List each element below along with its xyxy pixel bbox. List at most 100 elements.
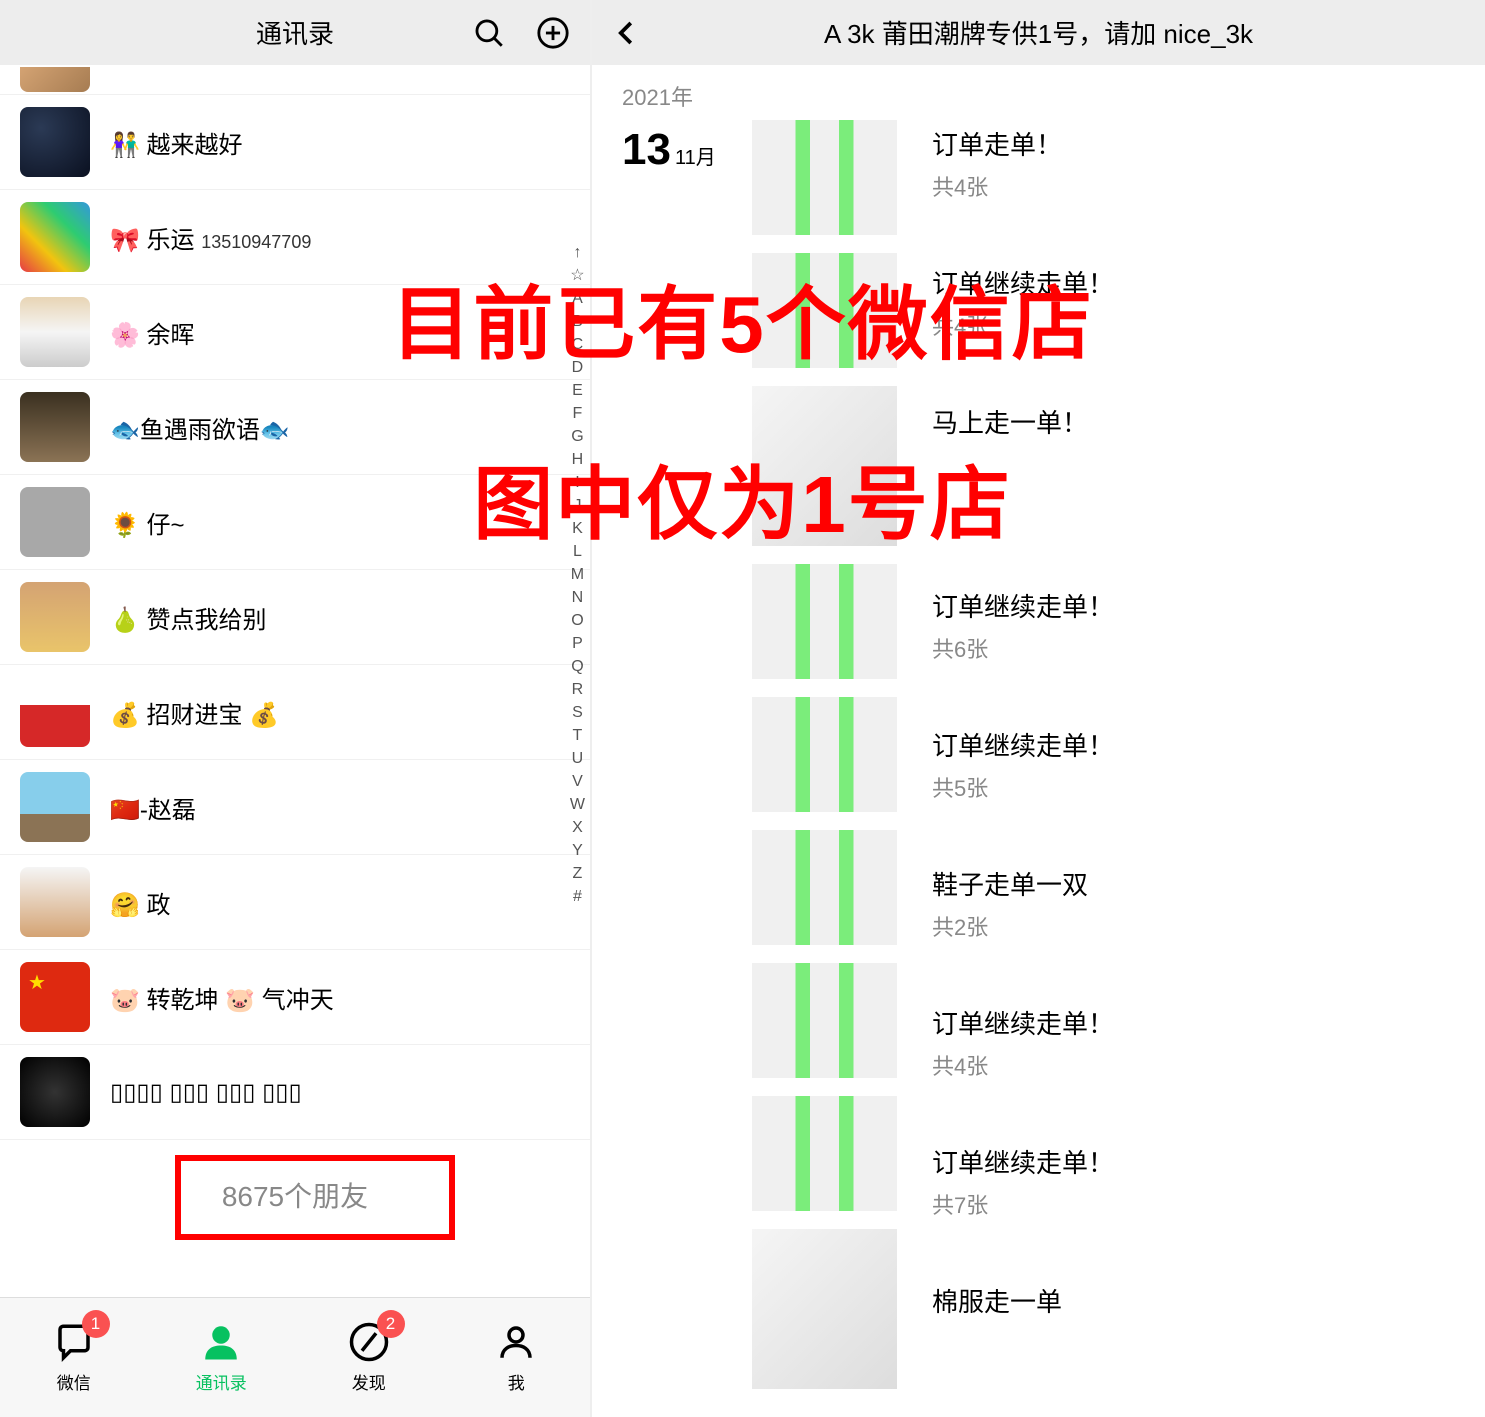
index-letter[interactable]: M	[571, 567, 584, 583]
post-content[interactable]: 订单继续走单！共4张	[932, 999, 1455, 1120]
avatar	[20, 107, 90, 177]
index-letter[interactable]: B	[572, 314, 583, 330]
index-letter[interactable]: T	[573, 728, 583, 744]
index-letter[interactable]: C	[572, 337, 584, 353]
contact-name: 🎀 乐运 13510947709	[110, 220, 570, 255]
index-letter[interactable]: X	[572, 820, 583, 836]
post-thumb[interactable]	[752, 564, 907, 679]
index-letter[interactable]: Z	[573, 866, 583, 882]
post-thumb[interactable]	[752, 963, 907, 1078]
contact-item[interactable]	[0, 65, 590, 95]
feed-day-row: 1311月 订单走单！共4张订单继续走单！共4张马上走一单！订单继续走单！共6张…	[592, 120, 1485, 1417]
moments-feed[interactable]: 2021年 1311月 订单走单！共4张订单继续走单！共4张马上走一单！订单继续…	[592, 65, 1485, 1417]
avatar	[20, 297, 90, 367]
post-content[interactable]: 鞋子走单一双共2张	[932, 860, 1455, 981]
contact-name: 🍐 赞点我给别	[110, 600, 570, 635]
index-letter[interactable]: ↑	[573, 245, 581, 261]
thumbnail-image	[752, 830, 897, 945]
contact-item[interactable]: 🍐 赞点我给别	[0, 570, 590, 665]
index-letter[interactable]: #	[573, 889, 582, 905]
index-letter[interactable]: F	[573, 406, 583, 422]
post-thumb[interactable]	[752, 386, 907, 546]
post-content[interactable]: 订单继续走单！ 共6张	[932, 582, 1455, 703]
index-letter[interactable]: O	[571, 613, 583, 629]
thumbnail-image	[752, 253, 897, 368]
contact-item[interactable]: 🤗 政	[0, 855, 590, 950]
contact-name: 💰 招财进宝 💰	[110, 695, 570, 730]
post-image-count: 共2张	[932, 910, 1455, 942]
post-image-count: 共6张	[932, 632, 1455, 664]
add-icon[interactable]	[536, 16, 570, 50]
contact-item[interactable]: 🎀 乐运 13510947709	[0, 190, 590, 285]
post-thumb[interactable]	[752, 1229, 907, 1389]
post-text: 订单继续走单！	[932, 582, 1455, 624]
post-text: 棉服走一单	[932, 1277, 1455, 1319]
date-month: 11月	[675, 147, 716, 169]
thumbnail-image	[752, 564, 897, 679]
index-letter[interactable]: R	[572, 682, 584, 698]
post-thumb[interactable]	[752, 697, 907, 812]
index-letter[interactable]: G	[571, 429, 583, 445]
tab-chats[interactable]: 微信1	[0, 1298, 148, 1417]
contact-item[interactable]: 🌸 余晖	[0, 285, 590, 380]
index-letter[interactable]: V	[572, 774, 583, 790]
index-letter[interactable]: W	[570, 797, 585, 813]
thumbnail-image	[752, 697, 897, 812]
contact-list[interactable]: 👫 越来越好 🎀 乐运 13510947709 🌸 余晖 🐟鱼遇雨欲语🐟 🌻 仔~…	[0, 65, 590, 1297]
contacts-title: 通讯录	[256, 14, 334, 51]
tab-discover[interactable]: 发现2	[295, 1298, 443, 1417]
index-letter[interactable]: J	[573, 498, 581, 514]
post-thumb[interactable]	[752, 120, 907, 235]
index-letter[interactable]: N	[572, 590, 584, 606]
post-text: 马上走一单！	[932, 398, 1455, 440]
contact-item[interactable]: 👫 越来越好	[0, 95, 590, 190]
post-content[interactable]: 棉服走一单	[932, 1277, 1455, 1417]
post-thumb[interactable]	[752, 1096, 907, 1211]
search-icon[interactable]	[472, 16, 506, 50]
avatar	[20, 582, 90, 652]
contact-item[interactable]: 🐷 转乾坤 🐷 气冲天	[0, 950, 590, 1045]
avatar	[20, 772, 90, 842]
tab-me[interactable]: 我	[443, 1298, 591, 1417]
friend-count: 8675个朋友	[222, 1175, 368, 1215]
post-content[interactable]: 订单继续走单！共4张	[932, 259, 1455, 380]
post-thumb[interactable]	[752, 253, 907, 368]
contact-item[interactable]: 🇨🇳-赵磊	[0, 760, 590, 855]
post-content[interactable]: 马上走一单！	[932, 398, 1455, 564]
index-letter[interactable]: P	[572, 636, 583, 652]
avatar	[20, 202, 90, 272]
index-letter[interactable]: S	[572, 705, 583, 721]
index-letter[interactable]: ☆	[570, 268, 584, 284]
index-letter[interactable]: A	[572, 291, 583, 307]
friend-count-row: 8675个朋友	[0, 1140, 590, 1255]
contact-name: 🇨🇳-赵磊	[110, 790, 570, 825]
contact-item[interactable]: 💰 招财进宝 💰	[0, 665, 590, 760]
index-letter[interactable]: K	[572, 521, 583, 537]
contact-name: 🐷 转乾坤 🐷 气冲天	[110, 980, 570, 1015]
index-letter[interactable]: Y	[572, 843, 583, 859]
post-image-count: 共4张	[932, 309, 1455, 341]
back-icon[interactable]	[612, 18, 642, 48]
index-letter[interactable]: H	[572, 452, 584, 468]
index-letter[interactable]: I	[575, 475, 579, 491]
post-thumb[interactable]	[752, 830, 907, 945]
avatar	[20, 487, 90, 557]
index-letter[interactable]: L	[573, 544, 582, 560]
alpha-index[interactable]: ↑ ☆ ABCDEFGHIJKLMNOPQRSTUVWXYZ #	[570, 245, 585, 905]
contact-name: 🐟鱼遇雨欲语🐟	[110, 410, 570, 445]
post-content[interactable]: 订单继续走单！共7张	[932, 1138, 1455, 1259]
contact-item[interactable]: ▯▯▯▯ ▯▯▯ ▯▯▯ ▯▯▯	[0, 1045, 590, 1140]
index-letter[interactable]: U	[572, 751, 584, 767]
contact-item[interactable]: 🌻 仔~	[0, 475, 590, 570]
index-letter[interactable]: E	[572, 383, 583, 399]
index-letter[interactable]: D	[572, 360, 584, 376]
badge: 1	[82, 1310, 110, 1338]
contact-item[interactable]: 🐟鱼遇雨欲语🐟	[0, 380, 590, 475]
thumbnail-image	[752, 120, 897, 235]
post-content[interactable]: 订单走单！共4张	[932, 120, 1455, 241]
post-content[interactable]: 订单继续走单！共5张	[932, 721, 1455, 842]
post-text: 订单继续走单！	[932, 999, 1455, 1041]
index-letter[interactable]: Q	[571, 659, 583, 675]
post-text-column: 订单走单！共4张订单继续走单！共4张马上走一单！订单继续走单！共6张订单继续走单…	[907, 120, 1455, 1417]
tab-contacts[interactable]: 通讯录	[148, 1298, 296, 1417]
